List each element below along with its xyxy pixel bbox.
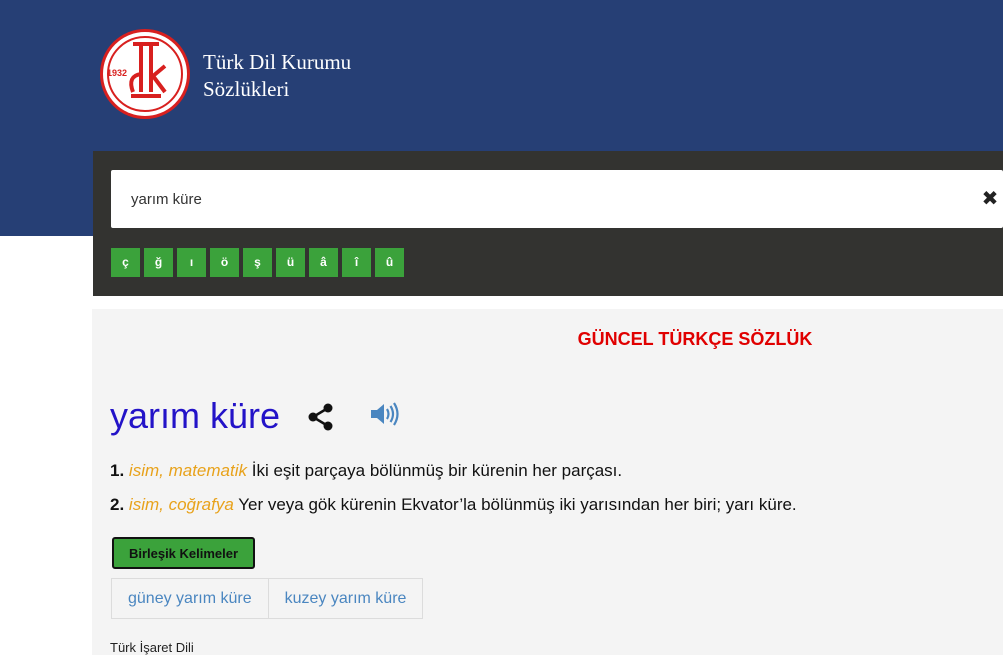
close-icon[interactable]: ✖ <box>977 187 1003 211</box>
compound-link-kuzey[interactable]: kuzey yarım küre <box>269 579 423 618</box>
char-key-u-circumflex[interactable]: û <box>375 248 404 277</box>
headword: yarım küre <box>110 395 281 436</box>
speaker-icon[interactable] <box>369 402 399 426</box>
search-input[interactable] <box>111 170 971 228</box>
char-key-g-breve[interactable]: ğ <box>144 248 173 277</box>
char-key-s-cedilla[interactable]: ş <box>243 248 272 277</box>
char-key-o-umlaut[interactable]: ö <box>210 248 239 277</box>
char-key-dotless-i[interactable]: ı <box>177 248 206 277</box>
meaning-2: 2. isim, coğrafya Yer veya gök kürenin E… <box>110 495 797 515</box>
meaning-text: İki eşit parçaya bölünmüş bir kürenin he… <box>251 461 623 480</box>
char-key-u-umlaut[interactable]: ü <box>276 248 305 277</box>
brand-title[interactable]: Türk Dil Kurumu Sözlükleri <box>203 49 351 103</box>
search-panel: ✖ ç ğ ı ö ş ü â î û <box>93 151 1003 296</box>
compound-link-guney[interactable]: güney yarım küre <box>112 579 269 618</box>
special-char-keys: ç ğ ı ö ş ü â î û <box>111 248 404 277</box>
logo-year: 1932 <box>107 68 128 78</box>
brand-line-1: Türk Dil Kurumu <box>203 50 352 74</box>
meaning-number: 1. <box>110 461 125 480</box>
char-key-i-circumflex[interactable]: î <box>342 248 371 277</box>
compound-words-button[interactable]: Birleşik Kelimeler <box>112 537 255 569</box>
brand-line-2: Sözlükleri <box>203 77 290 101</box>
meaning-tag: isim, coğrafya <box>128 495 234 514</box>
char-key-a-circumflex[interactable]: â <box>309 248 338 277</box>
compound-words-list: güney yarım küre kuzey yarım küre <box>111 578 424 619</box>
search-box: ✖ <box>111 170 1003 228</box>
share-icon[interactable] <box>306 402 336 432</box>
meaning-tag: isim, matematik <box>128 461 247 480</box>
char-key-c-cedilla[interactable]: ç <box>111 248 140 277</box>
meaning-1: 1. isim, matematik İki eşit parçaya bölü… <box>110 461 622 481</box>
meaning-text: Yer veya gök kürenin Ekvator’la bölünmüş… <box>238 495 797 514</box>
sign-language-label: Türk İşaret Dili <box>110 640 194 655</box>
result-panel: GÜNCEL TÜRKÇE SÖZLÜK yarım küre 1. isim,… <box>92 309 1003 655</box>
tdk-logo[interactable]: 1932 <box>100 29 190 119</box>
meaning-number: 2. <box>110 495 125 514</box>
dictionary-title: GÜNCEL TÜRKÇE SÖZLÜK <box>577 329 813 349</box>
